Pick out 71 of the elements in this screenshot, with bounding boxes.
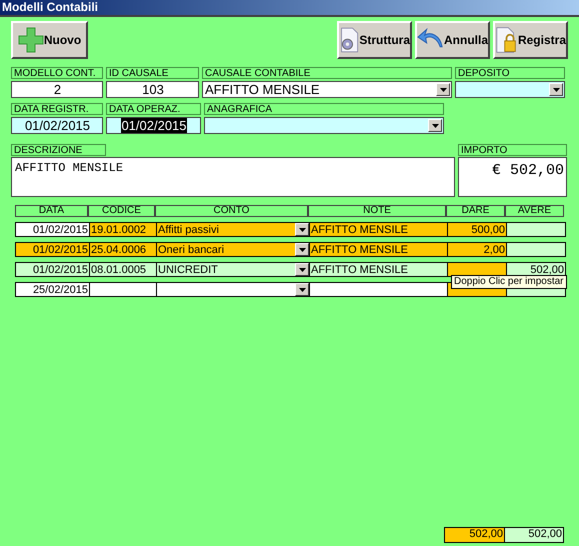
field-label: DEPOSITO: [455, 67, 565, 79]
input-field[interactable]: 103: [106, 81, 199, 98]
table-cell: 25/02/2015: [16, 283, 89, 296]
field-label: IMPORTO: [458, 144, 567, 156]
toolbar-button[interactable]: Registra: [493, 21, 568, 59]
field-label: DATA REGISTR.: [11, 103, 103, 115]
dropdown-button[interactable]: [295, 263, 309, 276]
field-label: DATA OPERAZ.: [106, 103, 201, 115]
amount-field[interactable]: € 502,00: [458, 157, 567, 197]
total-debit: 502,00: [445, 528, 504, 542]
table-cell: 08.01.0005: [89, 263, 156, 276]
table-cell: 25.04.0006: [89, 243, 156, 256]
field-label: ID CAUSALE: [106, 67, 199, 79]
account-dropdown-cell[interactable]: [156, 283, 309, 296]
toolbar-button[interactable]: Annulla: [415, 21, 490, 59]
account-dropdown-cell[interactable]: UNICREDIT: [156, 263, 309, 276]
input-field[interactable]: 2: [11, 81, 103, 98]
dropdown-button[interactable]: [295, 223, 309, 236]
column-header: NOTE: [308, 205, 446, 217]
document-lock-icon: [495, 25, 518, 55]
table-cell: 502,00: [506, 263, 565, 276]
input-field[interactable]: 01/02/2015: [11, 117, 103, 134]
caret-down-icon: [552, 88, 560, 92]
caret-down-icon: [298, 288, 306, 292]
table-cell: AFFITTO MENSILE: [309, 243, 447, 256]
column-header: DARE: [446, 205, 505, 217]
caret-down-icon: [298, 228, 306, 232]
total-credit: 502,00: [504, 528, 563, 542]
field-label: DESCRIZIONE: [11, 144, 106, 156]
table-cell: AFFITTO MENSILE: [309, 223, 447, 236]
toolbar-button[interactable]: Struttura: [337, 21, 412, 59]
field-label: ANAGRAFICA: [204, 103, 444, 115]
dropdown-button[interactable]: [549, 83, 563, 96]
account-dropdown-cell[interactable]: Affitti passivi: [156, 223, 309, 236]
table-cell: 01/02/2015: [16, 243, 89, 256]
description-field[interactable]: AFFITTO MENSILE: [11, 157, 455, 197]
table-cell: 01/02/2015: [16, 223, 89, 236]
field-label: CAUSALE CONTABILE: [202, 67, 452, 79]
field-value: 01/02/2015: [121, 118, 187, 132]
tooltip: Doppio Clic per impostar: [451, 275, 566, 289]
field-label: MODELLO CONT.: [11, 67, 103, 79]
caret-down-icon: [432, 124, 438, 128]
field-value: 2: [54, 82, 62, 96]
dropdown-button[interactable]: [295, 243, 309, 256]
dropdown-button[interactable]: [295, 283, 309, 296]
document-gear-icon: [339, 25, 360, 55]
toolbar-button[interactable]: Nuovo: [11, 21, 88, 59]
field-value: 103: [142, 82, 164, 96]
caret-down-icon: [298, 248, 306, 252]
column-header: DATA: [15, 205, 88, 217]
table-cell: 500,00: [447, 223, 506, 236]
input-field[interactable]: 01/02/2015: [106, 117, 201, 134]
table-cell: 2,00: [447, 243, 506, 256]
field-value: 01/02/2015: [24, 118, 90, 132]
dropdown-field[interactable]: [204, 117, 444, 134]
dropdown-button[interactable]: [428, 119, 442, 132]
window-title: Modelli Contabili: [2, 1, 98, 14]
table-cell: 19.01.0002: [89, 223, 156, 236]
field-value: AFFITTO MENSILE: [205, 82, 320, 96]
table-cell: AFFITTO MENSILE: [309, 263, 447, 276]
account-dropdown-cell[interactable]: Oneri bancari: [156, 243, 309, 256]
table-cell: 01/02/2015: [16, 263, 89, 276]
dropdown-field[interactable]: AFFITTO MENSILE: [202, 81, 452, 98]
column-header: AVERE: [505, 205, 564, 217]
column-header: CODICE: [88, 205, 155, 217]
caret-down-icon: [440, 88, 446, 92]
dropdown-button[interactable]: [436, 83, 450, 96]
column-header: CONTO: [155, 205, 308, 217]
caret-down-icon: [298, 268, 306, 272]
plus-icon: [18, 27, 44, 53]
dropdown-field[interactable]: [455, 81, 565, 98]
